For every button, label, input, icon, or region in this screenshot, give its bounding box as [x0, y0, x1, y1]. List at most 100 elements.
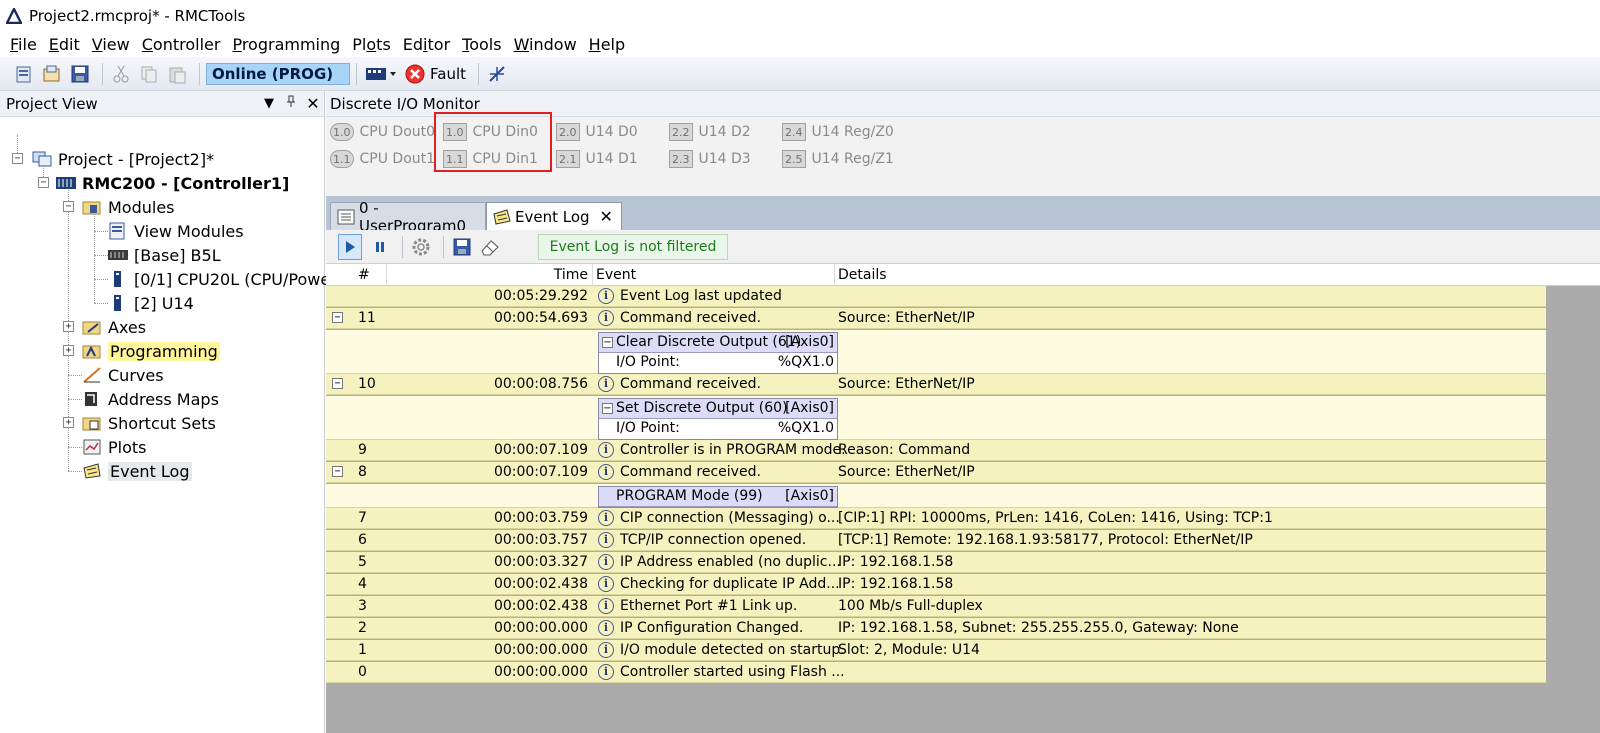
io-point[interactable]: 2.2 U14 D2 [669, 121, 751, 143]
table-row[interactable]: 9 00:00:07.109 i Controller is in PROGRAM m… [326, 440, 1546, 461]
programming-folder-icon [82, 342, 102, 360]
expand-axes-icon[interactable]: + [63, 321, 74, 332]
info-icon: i [598, 576, 614, 592]
tree-item-plots[interactable]: Plots [82, 435, 147, 459]
cell-event: Checking for duplicate IP Add... [620, 576, 840, 592]
io-point[interactable]: 2.1 U14 D1 [556, 148, 638, 170]
tree-item-programming[interactable]: Programming [82, 339, 220, 363]
table-row[interactable]: 0 00:00:00.000 i Controller started using F… [326, 662, 1546, 683]
open-project-icon[interactable] [40, 62, 64, 86]
tree-item-address-maps[interactable]: Address Maps [82, 387, 219, 411]
tree-item-curves[interactable]: Curves [82, 363, 164, 387]
io-point[interactable]: 2.5 U14 Reg/Z1 [782, 148, 894, 170]
tree-item-cpu[interactable]: [0/1] CPU20L (CPU/Power [108, 267, 337, 291]
online-mode-indicator[interactable]: Online (PROG) [206, 62, 350, 85]
menu-item-1[interactable]: Edit [43, 35, 86, 54]
cell-details: Source: EtherNet/IP [838, 376, 975, 392]
cell-event: Event Log last updated [620, 288, 782, 304]
tree-item-controller[interactable]: RMC200 - [Controller1] [56, 171, 289, 195]
menu-item-2[interactable]: View [86, 35, 136, 54]
menu-item-6[interactable]: Editor [397, 35, 456, 54]
column-header-event[interactable]: Event [596, 267, 636, 283]
tree-item-shortcut-sets[interactable]: Shortcut Sets [82, 411, 216, 435]
table-row[interactable]: 1 00:00:00.000 i I/O module detected on sta… [326, 640, 1546, 661]
command-axis: [Axis0] [785, 334, 834, 350]
pause-icon[interactable] [368, 235, 392, 259]
fault-button[interactable]: Fault [430, 65, 466, 83]
menu-item-5[interactable]: Plots [346, 35, 397, 54]
cell-time: 00:00:02.438 [493, 576, 588, 592]
cut-icon[interactable] [109, 62, 133, 86]
io-point[interactable]: 2.3 U14 D3 [669, 148, 751, 170]
cell-number: 4 [358, 576, 367, 592]
new-project-icon[interactable] [12, 62, 36, 86]
tools-icon[interactable] [485, 62, 509, 86]
menu-item-8[interactable]: Window [508, 35, 583, 54]
controller-mode-dropdown-icon[interactable] [363, 62, 399, 86]
cell-event: TCP/IP connection opened. [620, 532, 807, 548]
menu-item-9[interactable]: Help [583, 35, 631, 54]
tab-userprogram[interactable]: 0 - UserProgram0 [330, 199, 486, 235]
table-row[interactable]: − 8 00:00:07.109 i Command received. Source: … [326, 462, 1546, 483]
event-log-icon [82, 462, 102, 480]
pin-icon[interactable] [280, 95, 302, 112]
table-row[interactable]: 2 00:00:00.000 i IP Configuration Changed. I… [326, 618, 1546, 639]
expand-programming-icon[interactable]: + [63, 345, 74, 356]
column-header-details[interactable]: Details [838, 267, 887, 283]
command-detail-box: − Clear Discrete Output (61) [Axis0] I/O Po… [598, 332, 838, 374]
collapse-row-icon[interactable]: − [332, 466, 343, 477]
address-maps-icon [82, 390, 102, 408]
settings-gear-icon[interactable] [409, 235, 433, 259]
tree-item-project[interactable]: Project - [Project2]* [32, 147, 214, 171]
window-title: Project2.rmcproj* - RMCTools [29, 7, 246, 25]
highlight-box [434, 112, 552, 172]
io-point[interactable]: 2.0 U14 D0 [556, 121, 638, 143]
table-row[interactable]: 4 00:00:02.438 i Checking for duplicate IP … [326, 574, 1546, 595]
info-icon: i [598, 376, 614, 392]
tree-item-label: Project - [Project2]* [58, 149, 215, 169]
tree-item-modules[interactable]: Modules [82, 195, 175, 219]
collapse-project-icon[interactable]: − [12, 153, 23, 164]
save-log-icon[interactable] [450, 235, 474, 259]
close-panel-icon[interactable]: ✕ [302, 94, 324, 113]
column-header-number[interactable]: # [358, 267, 370, 283]
expand-shortcut-sets-icon[interactable]: + [63, 417, 74, 428]
tab-event-log[interactable]: Event Log ✕ [486, 202, 622, 230]
collapse-modules-icon[interactable]: − [63, 201, 74, 212]
clear-log-eraser-icon[interactable] [478, 235, 502, 259]
io-point[interactable]: 2.4 U14 Reg/Z0 [782, 121, 894, 143]
menu-item-0[interactable]: File [4, 35, 43, 54]
io-point[interactable]: 1.1 CPU Dout1 [330, 148, 435, 170]
column-header-time[interactable]: Time [426, 267, 588, 283]
tree-item-base[interactable]: [Base] B5L [108, 243, 221, 267]
table-row[interactable]: − 10 00:00:08.756 i Command received. Source:… [326, 374, 1546, 395]
collapse-command-icon[interactable]: − [602, 403, 613, 414]
table-row[interactable]: 5 00:00:03.327 i IP Address enabled (no dup… [326, 552, 1546, 573]
play-icon[interactable] [338, 233, 362, 260]
table-row[interactable]: 3 00:00:02.438 i Ethernet Port #1 Link up. 1… [326, 596, 1546, 617]
table-row[interactable]: − 11 00:00:54.693 i Command received. Source:… [326, 308, 1546, 329]
collapse-row-icon[interactable]: − [332, 378, 343, 389]
fault-icon[interactable] [403, 62, 427, 86]
menu-item-7[interactable]: Tools [456, 35, 507, 54]
panel-menu-icon[interactable]: ▼ [258, 96, 280, 111]
collapse-command-icon[interactable]: − [602, 337, 613, 348]
command-header: − Clear Discrete Output (61) [Axis0] [599, 333, 837, 353]
table-row[interactable]: 7 00:00:03.759 i CIP connection (Messaging)… [326, 508, 1546, 529]
io-point-label: U14 D3 [698, 151, 751, 167]
menu-item-4[interactable]: Programming [226, 35, 346, 54]
tree-item-axes[interactable]: Axes [82, 315, 146, 339]
copy-icon[interactable] [137, 62, 161, 86]
close-tab-icon[interactable]: ✕ [600, 207, 613, 226]
table-row[interactable]: 6 00:00:03.757 i TCP/IP connection opened. [… [326, 530, 1546, 551]
collapse-row-icon[interactable]: − [332, 312, 343, 323]
tree-item-u14[interactable]: [2] U14 [108, 291, 194, 315]
paste-icon[interactable] [165, 62, 189, 86]
collapse-controller-icon[interactable]: − [38, 177, 49, 188]
table-row[interactable]: 00:05:29.292 i Event Log last updated [326, 286, 1546, 307]
save-icon[interactable] [68, 62, 92, 86]
tree-item-event-log[interactable]: Event Log [82, 459, 192, 483]
io-point[interactable]: 1.0 CPU Dout0 [330, 121, 435, 143]
menu-item-3[interactable]: Controller [136, 35, 227, 54]
tree-item-view-modules[interactable]: View Modules [108, 219, 244, 243]
